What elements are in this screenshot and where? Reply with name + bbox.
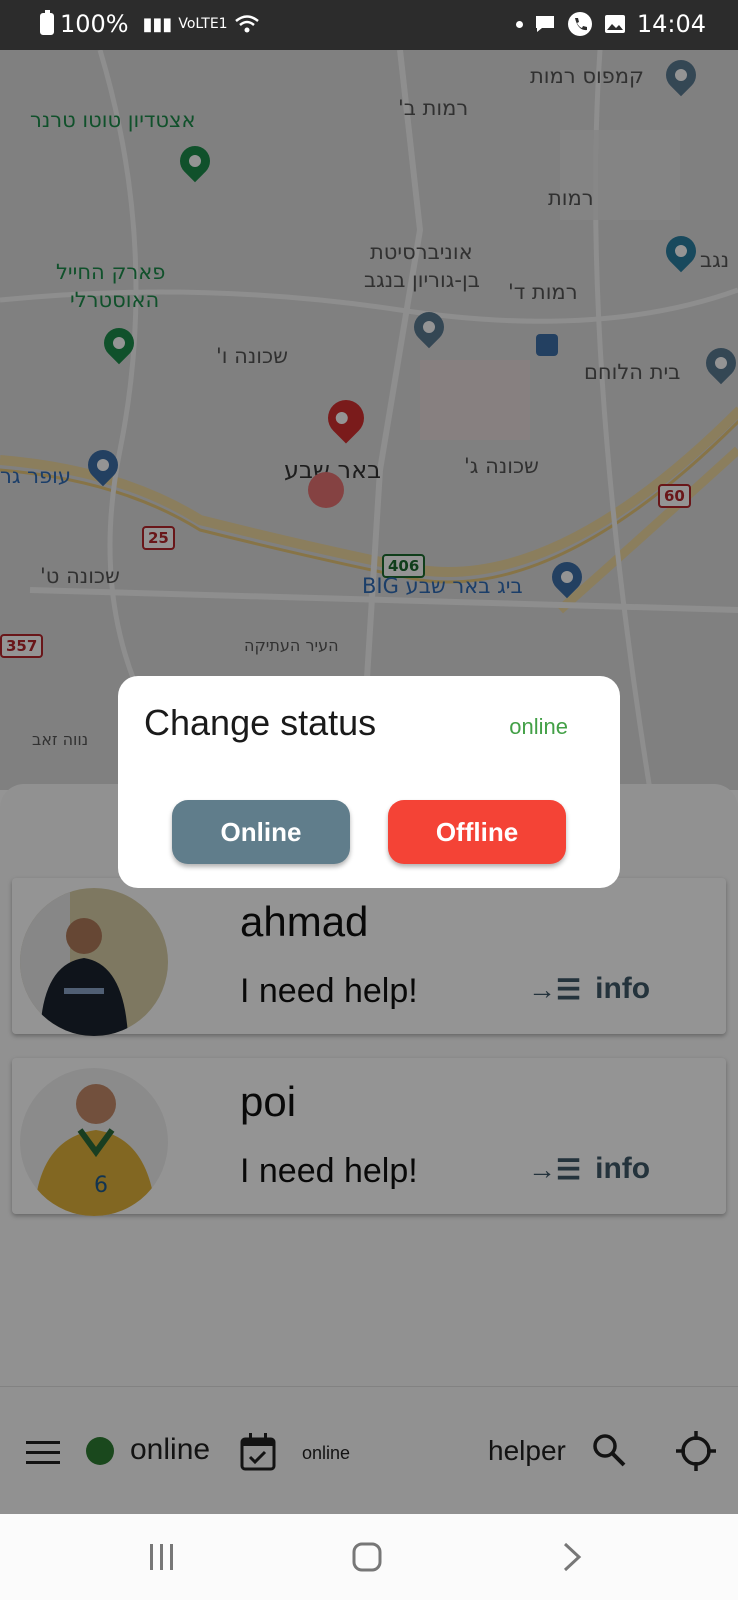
system-navigation-bar — [0, 1514, 738, 1600]
offline-button[interactable]: Offline — [388, 800, 566, 864]
back-icon[interactable] — [562, 1542, 582, 1572]
home-icon[interactable] — [352, 1542, 382, 1572]
online-button[interactable]: Online — [172, 800, 350, 864]
battery-level: 100% — [60, 10, 129, 38]
chat-icon — [535, 16, 554, 32]
dialog-title: Change status — [144, 702, 377, 743]
phone-icon — [567, 12, 592, 36]
clock: 14:04 — [636, 10, 706, 38]
recent-apps-icon[interactable] — [148, 1544, 176, 1570]
status-bar: 100% ▮▮▮ VoLTE1 14:04 — [0, 0, 738, 50]
battery-icon — [40, 10, 54, 35]
change-status-dialog: Change status online Online Offline — [118, 676, 620, 888]
image-icon — [604, 15, 625, 33]
current-status-label: online — [509, 714, 568, 739]
wifi-icon — [234, 15, 259, 33]
network-label: VoLTE1 — [178, 16, 228, 32]
signal-icon: ▮▮▮ — [142, 13, 173, 35]
notification-dot-icon — [515, 20, 523, 28]
